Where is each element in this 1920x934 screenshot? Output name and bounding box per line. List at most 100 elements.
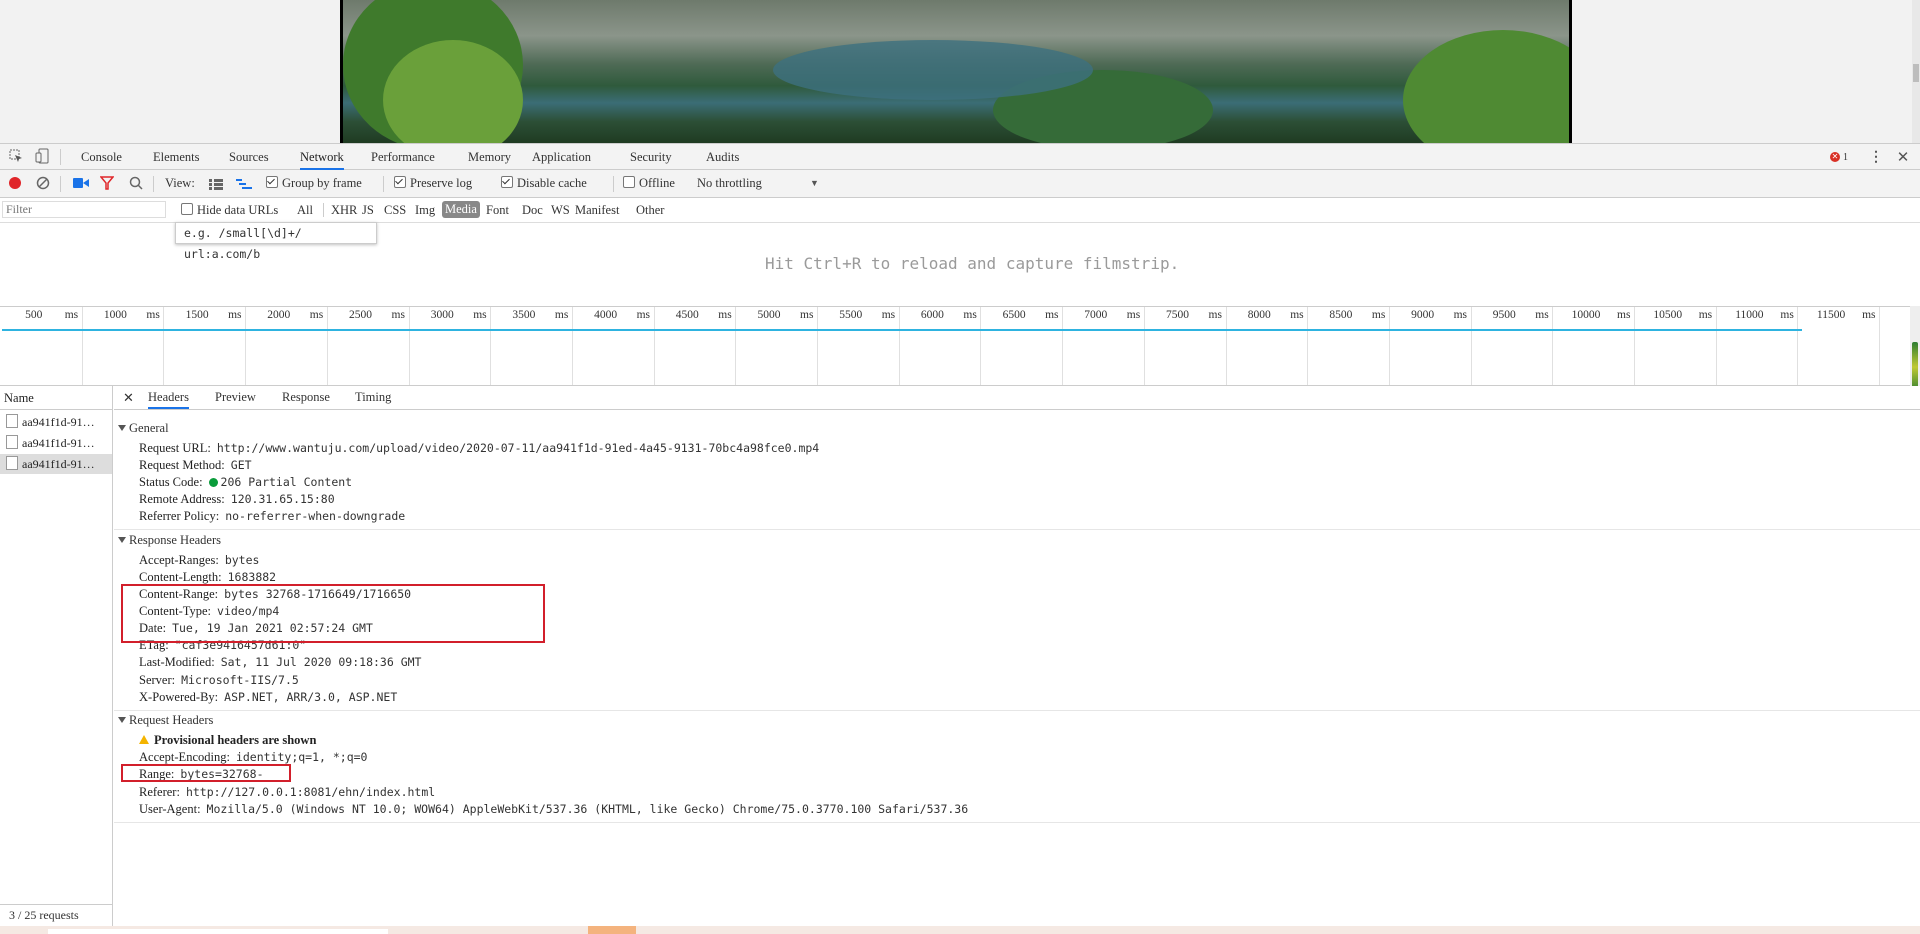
view-label: View: bbox=[165, 176, 195, 190]
tab-network[interactable]: Network bbox=[300, 144, 344, 170]
filter-type-css[interactable]: CSS bbox=[384, 198, 406, 222]
name-column-header[interactable]: Name bbox=[0, 386, 112, 410]
filter-type-doc[interactable]: Doc bbox=[522, 198, 543, 222]
tab-response[interactable]: Response bbox=[282, 386, 330, 409]
section-divider bbox=[114, 710, 1920, 711]
filter-input[interactable] bbox=[2, 201, 166, 218]
filter-type-manifest[interactable]: Manifest bbox=[575, 198, 619, 222]
header-row: Status Code: 206 Partial Content bbox=[139, 475, 353, 489]
section-divider bbox=[114, 822, 1920, 823]
filter-bar: Hide data URLs All XHR JS CSS Img Media … bbox=[0, 198, 1920, 223]
timeline-tick-unit: ms bbox=[391, 309, 405, 321]
tab-headers[interactable]: Headers bbox=[148, 386, 189, 409]
filter-type-xhr[interactable]: XHR bbox=[331, 198, 357, 222]
header-row: User-Agent: Mozilla/5.0 (Windows NT 10.0;… bbox=[139, 802, 969, 816]
timeline-tick-unit: ms bbox=[309, 309, 324, 321]
tab-timing[interactable]: Timing bbox=[355, 386, 391, 409]
large-rows-icon[interactable] bbox=[209, 178, 223, 190]
details-tab-bar: ✕ Headers Preview Response Timing bbox=[114, 386, 1920, 410]
network-toolbar: View: Group by frame Preserve log Disabl… bbox=[0, 170, 1920, 198]
section-title: Response Headers bbox=[129, 533, 221, 547]
close-devtools-icon[interactable]: ✕ bbox=[1895, 148, 1911, 166]
section-divider bbox=[114, 529, 1920, 530]
search-icon[interactable] bbox=[129, 176, 143, 190]
bottom-strip bbox=[0, 926, 1920, 934]
record-icon[interactable] bbox=[8, 176, 22, 190]
device-toolbar-icon[interactable] bbox=[34, 148, 50, 164]
timeline-gridline bbox=[490, 307, 492, 385]
header-row: Content-Length: 1683882 bbox=[139, 570, 277, 584]
request-details: ✕ Headers Preview Response Timing Genera… bbox=[114, 386, 1920, 904]
filter-type-img[interactable]: Img bbox=[415, 198, 435, 222]
more-options-icon[interactable]: ⋮ bbox=[1868, 148, 1884, 166]
tab-application[interactable]: Application bbox=[532, 144, 591, 170]
tab-audits[interactable]: Audits bbox=[706, 144, 739, 170]
timeline-tick-unit: ms bbox=[554, 309, 569, 321]
tab-console[interactable]: Console bbox=[81, 144, 122, 170]
filter-type-font[interactable]: Font bbox=[486, 198, 509, 222]
waterfall-overview-icon[interactable] bbox=[236, 178, 252, 190]
timeline-scrollbar[interactable] bbox=[1910, 306, 1920, 394]
tab-performance[interactable]: Performance bbox=[371, 144, 435, 170]
filter-type-other[interactable]: Other bbox=[636, 198, 664, 222]
video-player[interactable] bbox=[340, 0, 1572, 143]
timeline-tick-unit: ms bbox=[963, 309, 977, 321]
filter-type-js[interactable]: JS bbox=[362, 198, 374, 222]
tab-preview[interactable]: Preview bbox=[215, 386, 256, 409]
screenshot-capture-icon[interactable] bbox=[73, 177, 89, 189]
file-icon bbox=[6, 435, 18, 449]
timeline-tick-label: 1500 bbox=[185, 309, 209, 321]
triangle-down-icon bbox=[118, 425, 126, 431]
offline-checkbox[interactable]: Offline bbox=[623, 170, 675, 197]
timeline-tick-label: 5000 bbox=[757, 309, 781, 321]
timeline-tick-label: 2500 bbox=[349, 309, 372, 321]
file-icon bbox=[6, 456, 18, 470]
timeline-overview[interactable]: 500 ms 1000 ms 1500 ms 2000 ms 2500 ms 3000 ms 3500 m… bbox=[0, 306, 1920, 386]
timeline-gridline bbox=[326, 307, 328, 385]
tab-memory[interactable]: Memory bbox=[468, 144, 511, 170]
filmstrip-hint: Hit Ctrl+R to reload and capture filmstr… bbox=[765, 254, 1180, 273]
disable-cache-checkbox[interactable]: Disable cache bbox=[501, 170, 587, 197]
header-row: Request URL: http://www.wantuju.com/uploa… bbox=[139, 441, 820, 455]
timeline-tick-label: 8500 bbox=[1329, 309, 1353, 321]
request-headers-section-toggle[interactable]: Request Headers bbox=[118, 713, 213, 728]
request-row[interactable]: aa941f1d-91… bbox=[0, 412, 112, 432]
timeline-gridline bbox=[1879, 307, 1881, 385]
close-details-icon[interactable]: ✕ bbox=[123, 386, 134, 409]
general-section-toggle[interactable]: General bbox=[118, 421, 169, 436]
timeline-tick-label: 9000 bbox=[1411, 309, 1435, 321]
timeline-tick-unit: ms bbox=[1453, 309, 1468, 321]
inspect-element-icon[interactable] bbox=[8, 148, 24, 164]
filter-icon[interactable] bbox=[100, 176, 114, 190]
timeline-gridline bbox=[1062, 307, 1064, 385]
tab-security[interactable]: Security bbox=[630, 144, 672, 170]
error-counter[interactable]: ✕ 1 bbox=[1830, 150, 1848, 164]
timeline-tick-unit: ms bbox=[1126, 309, 1141, 321]
timeline-tick-label: 5500 bbox=[839, 309, 863, 321]
preserve-log-checkbox[interactable]: Preserve log bbox=[394, 170, 472, 197]
filter-type-media[interactable]: Media bbox=[442, 201, 480, 218]
group-by-frame-checkbox[interactable]: Group by frame bbox=[266, 170, 362, 197]
timeline-tick-label: 3500 bbox=[512, 309, 536, 321]
timeline-tick-label: 8000 bbox=[1247, 309, 1271, 321]
filter-type-all[interactable]: All bbox=[297, 198, 313, 222]
timeline-tick-unit: ms bbox=[1780, 309, 1794, 321]
group-by-frame-label: Group by frame bbox=[282, 176, 362, 190]
header-row: Referrer Policy: no-referrer-when-downgra… bbox=[139, 509, 406, 523]
timeline-gridline bbox=[1143, 307, 1145, 385]
disable-cache-label: Disable cache bbox=[517, 176, 587, 190]
tab-sources[interactable]: Sources bbox=[229, 144, 269, 170]
hide-data-urls-checkbox[interactable]: Hide data URLs bbox=[181, 198, 278, 222]
response-headers-section-toggle[interactable]: Response Headers bbox=[118, 533, 221, 548]
timeline-gridline bbox=[653, 307, 655, 385]
clear-icon[interactable] bbox=[36, 176, 50, 190]
section-title: General bbox=[129, 421, 169, 435]
devtools-tab-bar: Console Elements Sources Network Perform… bbox=[0, 143, 1920, 170]
filter-type-ws[interactable]: WS bbox=[551, 198, 570, 222]
tab-elements[interactable]: Elements bbox=[153, 144, 200, 170]
request-name: aa941f1d-91… bbox=[22, 457, 95, 471]
request-row-selected[interactable]: aa941f1d-91… bbox=[0, 454, 112, 474]
throttling-select[interactable]: No throttling ▼ bbox=[697, 170, 819, 197]
page-scrollbar[interactable] bbox=[1912, 0, 1920, 143]
request-row[interactable]: aa941f1d-91… bbox=[0, 433, 112, 453]
